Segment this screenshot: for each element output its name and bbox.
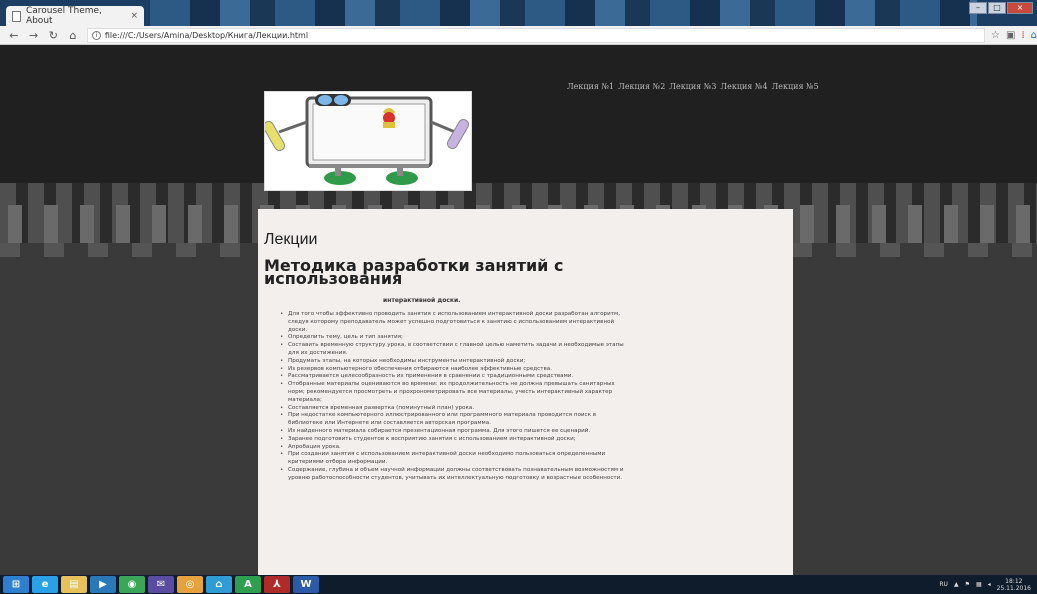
list-item: Из резервов компьютерного обеспечения от… bbox=[280, 366, 625, 374]
close-window-button[interactable]: × bbox=[1007, 2, 1033, 14]
web-page: Лекция №1 Лекция №2 Лекция №3 Лекция №4 … bbox=[0, 45, 1037, 575]
volume-icon[interactable]: ◂ bbox=[988, 581, 991, 588]
clock[interactable]: 18:12 25.11.2016 bbox=[997, 578, 1031, 592]
list-item: Составить временную структуру урока, в с… bbox=[280, 342, 625, 358]
menu-lecture-4[interactable]: Лекция №4 bbox=[720, 82, 767, 91]
network-icon[interactable]: ▦ bbox=[976, 581, 982, 588]
flag-icon[interactable]: ⚑ bbox=[965, 581, 970, 588]
url-field[interactable]: i file:///C:/Users/Amina/Desktop/Книга/Л… bbox=[86, 27, 986, 43]
article-list: Для того чтобы эффективно проводить заня… bbox=[280, 311, 625, 483]
tray-arrow-icon[interactable]: ▲ bbox=[954, 581, 959, 588]
bookmark-star-icon[interactable]: ☆ bbox=[991, 30, 1000, 41]
list-item: Составляется временная развертка (помину… bbox=[280, 405, 625, 413]
windows-start-icon[interactable]: ⊞ bbox=[3, 576, 29, 593]
file-explorer-icon[interactable]: ▤ bbox=[61, 576, 87, 593]
extension-home-icon[interactable]: ⌂ bbox=[1031, 30, 1037, 41]
list-item: Содержание, глубина и объем научной инфо… bbox=[280, 467, 625, 483]
language-indicator[interactable]: RU bbox=[939, 581, 948, 588]
lecture-menu: Лекция №1 Лекция №2 Лекция №3 Лекция №4 … bbox=[567, 82, 819, 91]
info-icon[interactable]: i bbox=[91, 30, 101, 40]
home-icon[interactable]: ⌂ bbox=[67, 29, 79, 42]
acrobat-icon[interactable]: ⅄ bbox=[264, 576, 290, 593]
page-icon bbox=[12, 10, 21, 22]
window-title-background bbox=[150, 0, 977, 26]
back-icon[interactable]: ← bbox=[8, 29, 20, 42]
menu-lecture-1[interactable]: Лекция №1 bbox=[567, 82, 614, 91]
list-item: Заранее подготовить студентов к восприят… bbox=[280, 436, 625, 444]
maximize-button[interactable]: □ bbox=[988, 2, 1006, 14]
tab-title: Carousel Theme, About bbox=[25, 6, 102, 26]
extension-icon[interactable]: ▣ bbox=[1006, 30, 1015, 41]
article-subtitle: интерактивной доски. bbox=[383, 297, 461, 304]
internet-explorer-icon[interactable]: e bbox=[32, 576, 58, 593]
window-controls: – □ × bbox=[969, 2, 1033, 14]
list-item: Продумать этапы, на которых необходимы и… bbox=[280, 358, 625, 366]
windows-taskbar: ⊞ e ▤ ▶ ◉ ✉ ◎ ⌂ A ⅄ W RU ▲ ⚑ ▦ ◂ 18:12 25.11.2016 bbox=[0, 575, 1037, 594]
reload-icon[interactable]: ↻ bbox=[47, 29, 59, 42]
site-logo bbox=[263, 91, 472, 191]
article-title: Методика разработки занятий с использова… bbox=[264, 256, 564, 288]
list-item: Из найденного материала собирается презе… bbox=[280, 428, 625, 436]
tab-close-button[interactable]: × bbox=[130, 11, 138, 21]
forward-icon[interactable]: → bbox=[28, 29, 40, 42]
list-item: Для того чтобы эффективно проводить заня… bbox=[280, 311, 625, 334]
taskbar-apps: ⊞ e ▤ ▶ ◉ ✉ ◎ ⌂ A ⅄ W bbox=[0, 576, 319, 593]
search-app-icon[interactable]: ◎ bbox=[177, 576, 203, 593]
extension-red-icon[interactable]: ⁞ bbox=[1021, 30, 1024, 41]
menu-lecture-2[interactable]: Лекция №2 bbox=[618, 82, 665, 91]
browser-tab[interactable]: Carousel Theme, About × bbox=[6, 6, 144, 26]
content-panel: Лекции Методика разработки занятий с исп… bbox=[258, 209, 793, 575]
access-icon[interactable]: A bbox=[235, 576, 261, 593]
media-player-icon[interactable]: ▶ bbox=[90, 576, 116, 593]
list-item: При создании занятия с использованием ин… bbox=[280, 451, 625, 467]
system-tray: RU ▲ ⚑ ▦ ◂ 18:12 25.11.2016 bbox=[939, 578, 1037, 592]
chrome-icon[interactable]: ◉ bbox=[119, 576, 145, 593]
browser-tab-bar: Carousel Theme, About × – □ × bbox=[0, 0, 1037, 26]
list-item: При недостатке компьютерного иллюстриров… bbox=[280, 412, 625, 428]
clock-time: 18:12 bbox=[1005, 577, 1023, 585]
section-title: Лекции bbox=[264, 231, 318, 248]
clock-date: 25.11.2016 bbox=[996, 584, 1031, 592]
list-item: Отобранные материалы оцениваются во врем… bbox=[280, 381, 625, 404]
word-icon[interactable]: W bbox=[293, 576, 319, 593]
url-text: file:///C:/Users/Amina/Desktop/Книга/Лек… bbox=[104, 30, 309, 40]
home-app-icon[interactable]: ⌂ bbox=[206, 576, 232, 593]
address-bar: ← → ↻ ⌂ i file:///C:/Users/Amina/Desktop… bbox=[0, 26, 1037, 45]
minimize-button[interactable]: – bbox=[969, 2, 987, 14]
list-item: Рассматривается целесообразность их прим… bbox=[280, 373, 625, 381]
menu-lecture-5[interactable]: Лекция №5 bbox=[772, 82, 819, 91]
menu-lecture-3[interactable]: Лекция №3 bbox=[669, 82, 716, 91]
mail-icon[interactable]: ✉ bbox=[148, 576, 174, 593]
